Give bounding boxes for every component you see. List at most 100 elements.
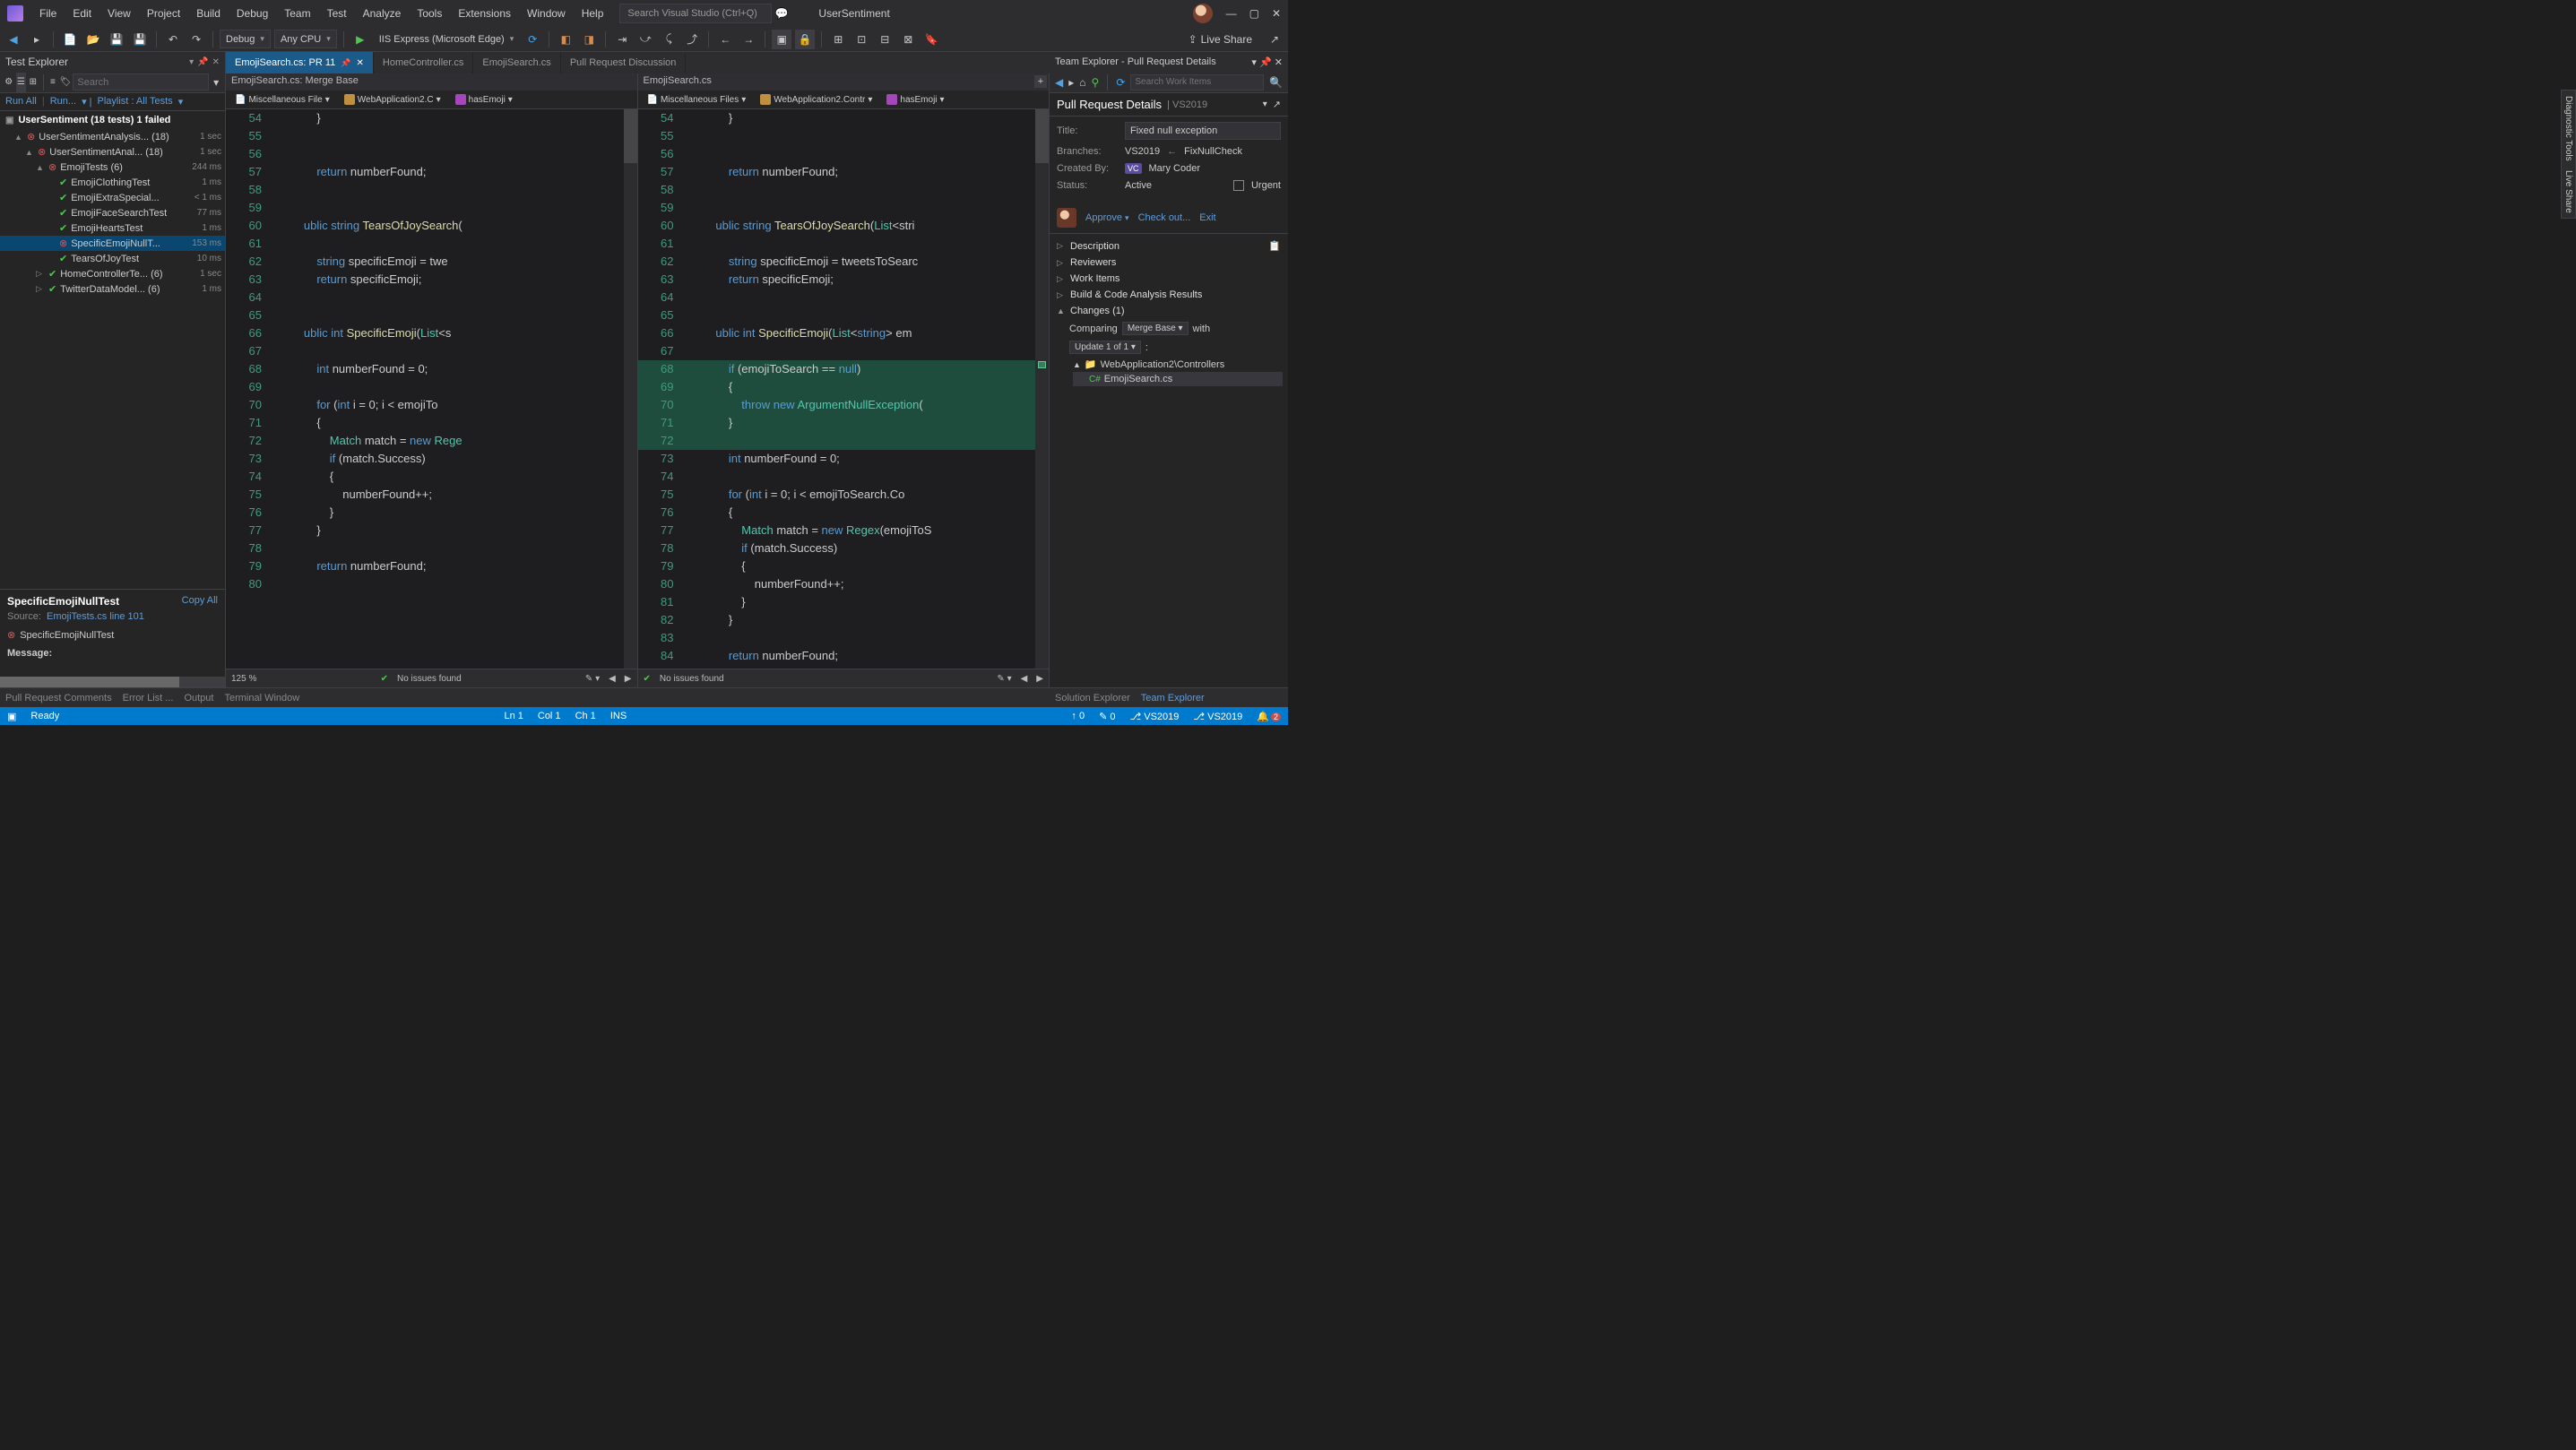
explorer-tab[interactable]: Team Explorer	[1141, 693, 1205, 703]
changed-file[interactable]: C#EmojiSearch.cs	[1073, 372, 1283, 386]
close-panel-icon[interactable]: ✕	[212, 57, 220, 67]
doc-tab[interactable]: Pull Request Discussion	[561, 52, 687, 73]
hierarchy-icon[interactable]: ☰	[16, 73, 27, 92]
test-tree-row[interactable]: ▲⊗UserSentimentAnal... (18)1 sec	[0, 144, 225, 160]
bookmark-icon[interactable]: 🔖	[921, 30, 941, 49]
nav-fwd-icon[interactable]: ▸	[27, 30, 47, 49]
left-code-editor[interactable]: 54 }555657 return numberFound;585960 ubl…	[226, 109, 637, 669]
source-link[interactable]: EmojiTests.cs line 101	[47, 611, 144, 622]
right-code-editor[interactable]: 54 }555657 return numberFound;585960 ubl…	[638, 109, 1050, 669]
branch1-icon[interactable]: ⎇ VS2019	[1130, 711, 1180, 722]
menu-build[interactable]: Build	[189, 4, 228, 23]
menu-edit[interactable]: Edit	[65, 4, 99, 23]
doc-tab[interactable]: EmojiSearch.cs	[473, 52, 560, 73]
next-issue-icon[interactable]: ▶	[1036, 674, 1043, 684]
merge-base-dropdown[interactable]: Merge Base ▾	[1122, 322, 1189, 335]
next-icon[interactable]: →	[739, 30, 758, 49]
approve-link[interactable]: Approve ▾	[1085, 212, 1129, 223]
section-reviewers[interactable]: ▷Reviewers	[1055, 255, 1283, 271]
share-ext-icon[interactable]: ↗	[1265, 30, 1284, 49]
pr-title-input[interactable]	[1125, 122, 1281, 140]
test-tree-row[interactable]: ✔EmojiClothingTest 1 ms	[0, 175, 225, 190]
test-search-input[interactable]	[73, 73, 209, 91]
step-into-icon[interactable]: ⤹	[659, 30, 679, 49]
group-icon[interactable]: ⚙	[4, 73, 14, 92]
fwd-icon[interactable]: ▸	[1068, 76, 1074, 89]
bc-file[interactable]: 📄Miscellaneous File ▾	[229, 94, 335, 106]
run-icon[interactable]: ▶	[350, 30, 370, 49]
side-tab-diagnostics[interactable]: Diagnostic Tools	[2563, 96, 2573, 161]
prev-icon[interactable]: ←	[715, 30, 735, 49]
tool1-icon[interactable]: ⊞	[828, 30, 848, 49]
tool2-icon[interactable]: ⊡	[851, 30, 871, 49]
output-tab[interactable]: Output	[184, 693, 213, 703]
output-tab[interactable]: Terminal Window	[224, 693, 299, 703]
minimize-icon[interactable]: —	[1226, 7, 1237, 20]
browser-refresh-icon[interactable]: ⟳	[523, 30, 542, 49]
work-items-search[interactable]	[1130, 74, 1264, 91]
detail-scrollbar[interactable]	[0, 677, 225, 687]
save-icon[interactable]: 💾	[107, 30, 126, 49]
search-vs-input[interactable]: Search Visual Studio (Ctrl+Q)	[619, 4, 772, 23]
tool4-icon[interactable]: ⊠	[898, 30, 918, 49]
menu-team[interactable]: Team	[277, 4, 317, 23]
notifications-icon[interactable]: 🔔2	[1257, 711, 1281, 722]
section-build-code-analysis-results[interactable]: ▷Build & Code Analysis Results	[1055, 287, 1283, 303]
live-share-button[interactable]: ⇪ Live Share ↗	[1189, 30, 1284, 49]
menu-tools[interactable]: Tools	[410, 4, 449, 23]
filter-icon[interactable]: ⊞	[28, 73, 39, 92]
config-dropdown[interactable]: Debug	[220, 30, 271, 48]
feedback-icon[interactable]: 💬	[772, 4, 791, 23]
menu-extensions[interactable]: Extensions	[451, 4, 518, 23]
menu-analyze[interactable]: Analyze	[356, 4, 409, 23]
collapsed-side-tabs[interactable]: Diagnostic Tools Live Share	[2561, 90, 2576, 219]
pin-icon[interactable]: 📌	[341, 58, 350, 68]
test-tree-row[interactable]: ▲⊗UserSentimentAnalysis... (18)1 sec	[0, 129, 225, 144]
bc-method[interactable]: hasEmoji ▾	[450, 93, 518, 106]
home-icon[interactable]: ⌂	[1079, 76, 1085, 89]
redo-icon[interactable]: ↷	[186, 30, 206, 49]
section-description[interactable]: ▷Description📋	[1055, 237, 1283, 255]
test-tree-row[interactable]: ▷✔HomeControllerTe... (6)1 sec	[0, 266, 225, 281]
upload-icon[interactable]: ↑ 0	[1071, 711, 1085, 721]
playlist-link[interactable]: Playlist : All Tests	[98, 96, 173, 108]
run-link[interactable]: Run...	[50, 96, 76, 108]
user-avatar[interactable]	[1193, 4, 1213, 23]
copy-all-link[interactable]: Copy All	[182, 595, 218, 606]
settings-icon[interactable]: 🏷	[60, 73, 72, 92]
test-tree-row[interactable]: ▷✔TwitterDataModel... (6)1 ms	[0, 281, 225, 297]
changed-folder[interactable]: ▲📁WebApplication2\Controllers	[1073, 357, 1283, 372]
save-all-icon[interactable]: 💾	[130, 30, 150, 49]
test-tree-row[interactable]: ✔TearsOfJoyTest 10 ms	[0, 251, 225, 266]
bc-namespace[interactable]: WebApplication2.Contr ▾	[755, 93, 877, 106]
prev-issue-icon[interactable]: ◀	[1021, 674, 1028, 684]
search-dropdown-icon[interactable]: ▾	[211, 73, 221, 92]
branch2-icon[interactable]: ⎇ VS2019	[1193, 711, 1242, 722]
diff-marker[interactable]	[1038, 361, 1046, 368]
test-tree-row[interactable]: ▲⊗EmojiTests (6) 244 ms	[0, 160, 225, 175]
close-icon[interactable]: ✕	[1272, 7, 1281, 20]
add-pane-icon[interactable]: +	[1034, 75, 1047, 88]
reviewer-avatar[interactable]	[1057, 208, 1076, 228]
update-dropdown[interactable]: Update 1 of 1 ▾	[1069, 341, 1141, 354]
doc-tab[interactable]: EmojiSearch.cs: PR 11 📌 ✕	[226, 52, 374, 73]
next-issue-icon[interactable]: ▶	[625, 674, 632, 684]
menu-file[interactable]: File	[32, 4, 64, 23]
menu-project[interactable]: Project	[140, 4, 187, 23]
test-tree-row[interactable]: ⊗SpecificEmojiNullT... 153 ms	[0, 236, 225, 251]
nav-ctl-icon[interactable]: ✎ ▾	[585, 674, 600, 684]
popout-icon[interactable]: ↗	[1273, 99, 1281, 110]
exit-link[interactable]: Exit	[1199, 212, 1215, 223]
pin-icon[interactable]: 📌	[197, 57, 208, 67]
step-icon[interactable]: ⇥	[612, 30, 632, 49]
toggle-b-icon[interactable]: 🔒	[795, 30, 815, 49]
browserlink2-icon[interactable]: ◨	[579, 30, 599, 49]
open-icon[interactable]: 📂	[83, 30, 103, 49]
output-tab[interactable]: Pull Request Comments	[5, 693, 112, 703]
section-changes-[interactable]: ▲Changes (1)	[1055, 303, 1283, 319]
menu-help[interactable]: Help	[575, 4, 611, 23]
left-scrollbar[interactable]	[624, 109, 637, 669]
maximize-icon[interactable]: ▢	[1249, 7, 1259, 20]
test-tree-row[interactable]: ✔EmojiExtraSpecial... < 1 ms	[0, 190, 225, 205]
step-over-icon[interactable]: ⤻	[635, 30, 655, 49]
